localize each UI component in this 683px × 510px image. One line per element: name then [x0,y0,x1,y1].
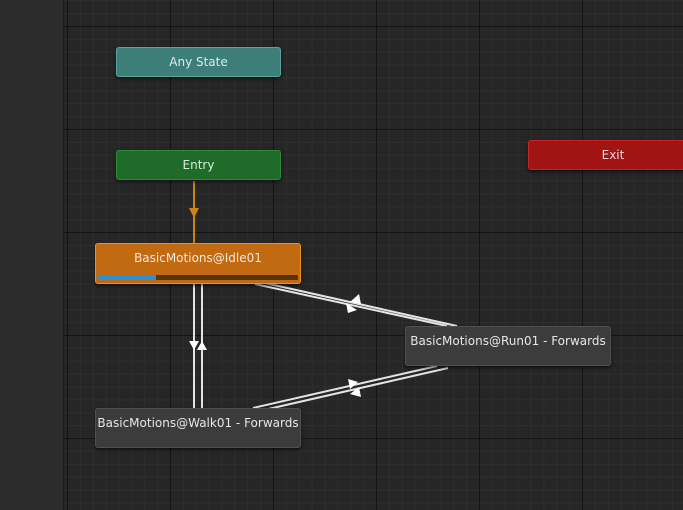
state-label: BasicMotions@Run01 - Forwards [410,334,606,348]
state-label: Any State [169,55,228,69]
animator-window: Any State Entry Exit BasicMotions@Idle01… [0,0,683,510]
state-node-idle[interactable]: BasicMotions@Idle01 [95,243,301,284]
playback-progress-fill [98,275,156,280]
state-node-entry[interactable]: Entry [116,150,281,180]
state-label: BasicMotions@Idle01 [134,251,262,265]
state-node-run[interactable]: BasicMotions@Run01 - Forwards [405,326,611,366]
layers-parameters-panel [0,0,64,510]
state-label: BasicMotions@Walk01 - Forwards [97,416,299,430]
playback-progress-bar [98,275,298,280]
state-label: Entry [182,158,215,172]
state-node-any-state[interactable]: Any State [116,47,281,77]
state-label: Exit [601,148,625,162]
state-node-walk[interactable]: BasicMotions@Walk01 - Forwards [95,408,301,448]
state-node-exit[interactable]: Exit [528,140,683,170]
